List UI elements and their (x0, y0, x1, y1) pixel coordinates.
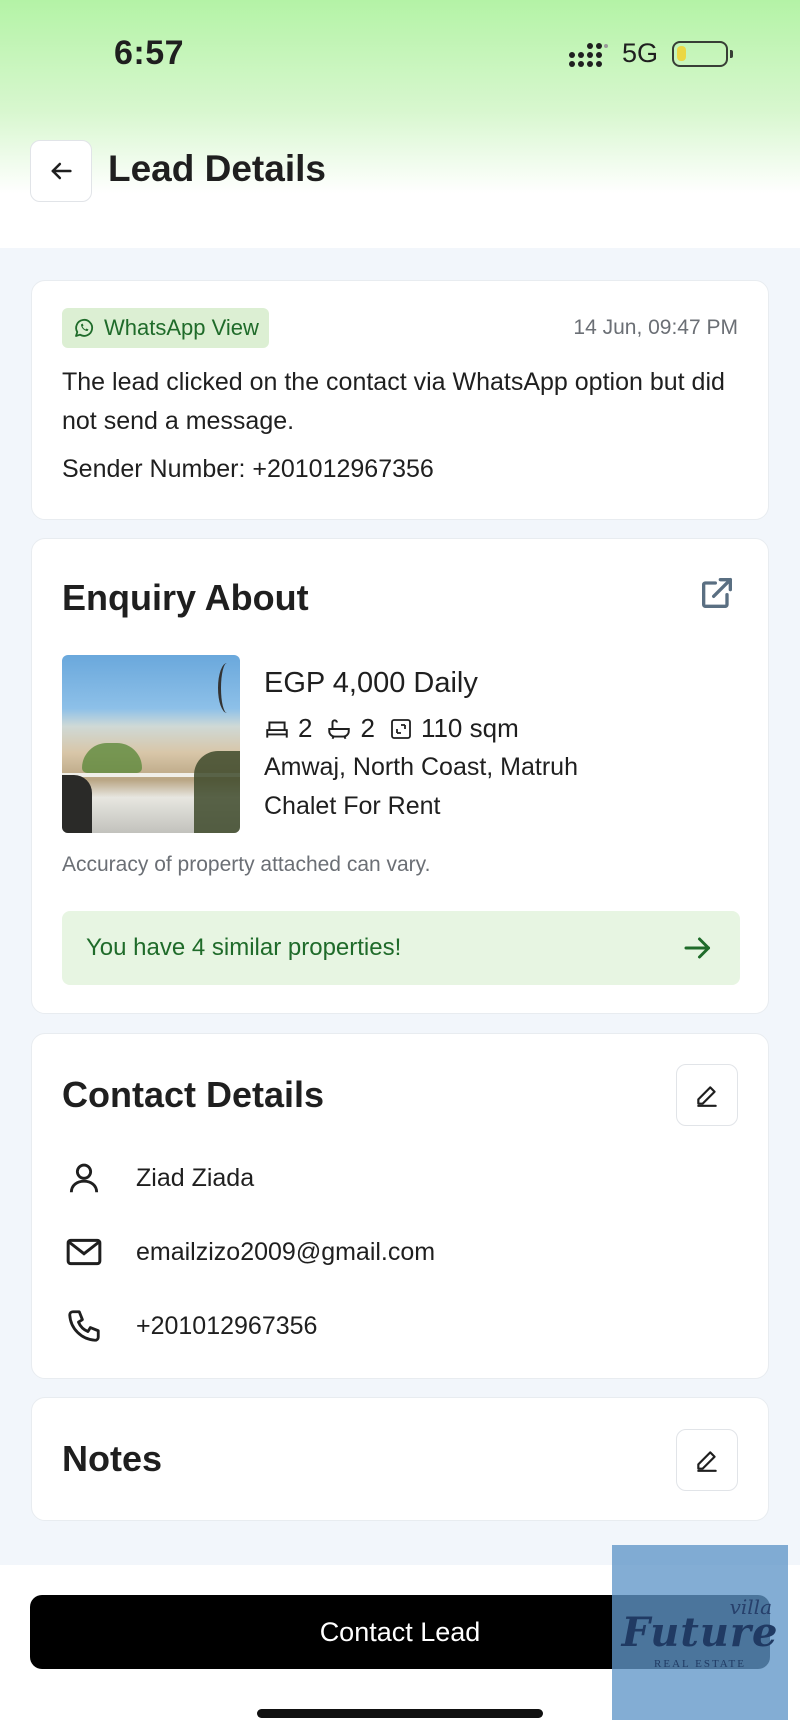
arrow-left-icon (51, 162, 72, 180)
sender-value: +201012967356 (252, 455, 434, 483)
contact-email: emailzizo2009@gmail.com (136, 1237, 436, 1266)
activity-card: WhatsApp View 14 Jun, 09:47 PM The lead … (31, 280, 769, 520)
enquiry-card: Enquiry About EGP 4,000 Daily 2 2 110 sq… (31, 538, 769, 1014)
phone-icon (62, 1304, 106, 1348)
whatsapp-icon (75, 318, 94, 337)
arrow-right-icon (684, 937, 710, 959)
network-type: 5G (622, 38, 659, 68)
whatsapp-badge: WhatsApp View (62, 308, 269, 348)
header-area: 6:57 5G Lead Details (0, 0, 800, 248)
back-button[interactable] (30, 140, 92, 202)
sender-number: Sender Number: +201012967356 (62, 455, 434, 484)
watermark-villa: villa (729, 1595, 772, 1619)
contact-phone-row[interactable]: +201012967356 (62, 1304, 317, 1348)
area-icon (391, 718, 411, 739)
notes-title: Notes (62, 1438, 163, 1479)
bathroom-count: 2 (360, 713, 375, 743)
contact-name-row: Ziad Ziada (62, 1156, 254, 1200)
property-specs: 2 2 110 sqm (264, 713, 525, 744)
sender-label: Sender Number: (62, 455, 253, 483)
contact-phone: +201012967356 (136, 1311, 318, 1340)
bath-icon (328, 718, 351, 739)
status-bar: 6:57 5G (0, 0, 800, 110)
watermark-logo: villa Future REAL ESTATE (612, 1545, 788, 1720)
activity-description: The lead clicked on the contact via What… (62, 368, 725, 435)
battery-icon (672, 41, 733, 67)
accuracy-note: Accuracy of property attached can vary. (62, 853, 431, 876)
similar-properties-banner[interactable]: You have 4 similar properties! (62, 911, 740, 985)
property-location: Amwaj, North Coast, Matruh (264, 753, 578, 781)
bed-icon (266, 721, 288, 738)
edit-contact-button[interactable] (676, 1064, 738, 1126)
notes-card: Notes (31, 1397, 769, 1521)
property-image[interactable] (62, 655, 240, 833)
home-indicator (257, 1709, 543, 1718)
page-title: Lead Details (108, 148, 326, 189)
whatsapp-badge-label: WhatsApp View (104, 315, 259, 340)
contact-name: Ziad Ziada (136, 1163, 255, 1192)
user-icon (62, 1156, 106, 1200)
watermark-subtitle: REAL ESTATE (654, 1658, 746, 1670)
mail-icon (62, 1230, 106, 1274)
signal-icon (569, 43, 608, 67)
contact-title: Contact Details (62, 1074, 325, 1115)
activity-timestamp: 14 Jun, 09:47 PM (573, 316, 738, 339)
pencil-icon (697, 1086, 717, 1107)
status-time: 6:57 (114, 34, 185, 72)
similar-properties-text: You have 4 similar properties! (86, 934, 402, 961)
contact-card: Contact Details Ziad Ziada emailzizo2009… (31, 1033, 769, 1379)
pencil-icon (697, 1451, 717, 1472)
enquiry-title: Enquiry About (62, 577, 309, 618)
property-area: 110 sqm (420, 713, 519, 743)
external-link-icon[interactable] (697, 573, 737, 613)
bedroom-count: 2 (298, 713, 313, 743)
contact-email-row[interactable]: emailzizo2009@gmail.com (62, 1230, 435, 1274)
property-price: EGP 4,000 Daily (264, 667, 478, 699)
edit-notes-button[interactable] (676, 1429, 738, 1491)
property-type: Chalet For Rent (264, 792, 441, 820)
